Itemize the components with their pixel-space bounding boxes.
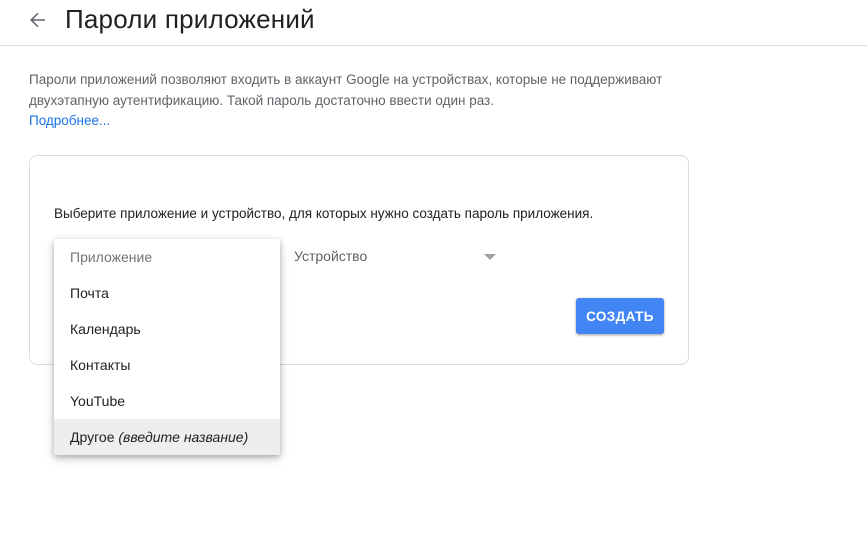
arrow-back-icon xyxy=(28,10,48,30)
page-title: Пароли приложений xyxy=(65,4,315,34)
app-option-calendar[interactable]: Календарь xyxy=(54,311,280,347)
intro-description: Пароли приложений позволяют входить в ак… xyxy=(29,70,669,132)
app-option-other-hint: (введите название) xyxy=(118,429,249,445)
dropdown-arrow-icon xyxy=(484,254,496,260)
learn-more-link[interactable]: Подробнее... xyxy=(29,113,110,128)
device-select-label: Устройство xyxy=(294,248,368,264)
page-header: Пароли приложений xyxy=(0,0,867,46)
create-button[interactable]: СОЗДАТЬ xyxy=(576,298,664,334)
device-select[interactable]: Устройство xyxy=(294,246,500,270)
app-option-other-label: Другое xyxy=(70,429,115,445)
app-select-placeholder: Приложение xyxy=(70,249,153,265)
app-select-dropdown: Приложение Почта Календарь Контакты YouT… xyxy=(54,239,280,455)
app-option-mail[interactable]: Почта xyxy=(54,275,280,311)
instruction-text: Выберите приложение и устройство, для ко… xyxy=(54,206,594,221)
back-button[interactable] xyxy=(24,6,52,34)
app-option-other[interactable]: Другое (введите название) xyxy=(54,419,280,455)
app-option-contacts[interactable]: Контакты xyxy=(54,347,280,383)
app-option-youtube[interactable]: YouTube xyxy=(54,383,280,419)
intro-text: Пароли приложений позволяют входить в ак… xyxy=(29,72,663,108)
